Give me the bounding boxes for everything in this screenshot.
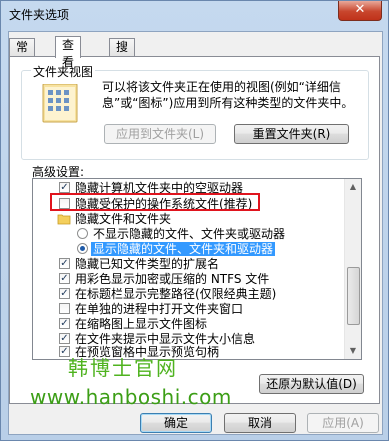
title-bar: 文件夹选项 ✕ — [1, 1, 388, 29]
list-item-label: 在标题栏显示完整路径(仅限经典主题) — [75, 287, 277, 301]
reset-folders-button[interactable]: 重置文件夹(R) — [234, 124, 349, 144]
checkbox[interactable]: ✓ — [59, 318, 70, 329]
list-item-label: 用彩色显示加密或压缩的 NTFS 文件 — [75, 272, 270, 286]
close-button[interactable]: ✕ — [338, 1, 382, 21]
checkbox[interactable]: ✓ — [59, 288, 70, 299]
apply-to-folders-button[interactable]: 应用到文件夹(L) — [104, 124, 216, 144]
watermark-title: 韩博士官网 — [68, 356, 178, 380]
list-item-label: 在缩略图上显示文件图标 — [75, 317, 208, 331]
radio-button[interactable] — [77, 243, 88, 254]
ok-button[interactable]: 确定 — [140, 413, 212, 433]
checkbox[interactable]: ✓ — [59, 333, 70, 344]
tab-view[interactable]: 查看 — [55, 36, 82, 69]
window-title: 文件夹选项 — [9, 8, 70, 22]
list-item-label: 在文件夹提示中显示文件大小信息 — [75, 332, 256, 346]
folder-views-description: 可以将该文件夹正在使用的视图(例如“详细信息”或“图标”)应用到所有这种类型的文… — [102, 80, 354, 110]
watermark-url: www.hanboshi.com — [30, 385, 232, 409]
cancel-button[interactable]: 取消 — [224, 413, 296, 433]
restore-defaults-button[interactable]: 还原为默认值(D) — [259, 374, 364, 394]
list-item-label: 不显示隐藏的文件、文件夹或驱动器 — [93, 227, 286, 241]
tab-search[interactable]: 搜索 — [109, 38, 136, 71]
scrollbar-thumb[interactable] — [347, 267, 360, 325]
radio-button[interactable] — [77, 228, 88, 239]
folder-icon — [57, 214, 71, 225]
tab-general[interactable]: 常规 — [9, 38, 36, 71]
scroll-up-icon[interactable]: ▲ — [345, 179, 361, 195]
list-item-label: 隐藏文件和文件夹 — [75, 212, 172, 226]
list-item-label: 在单独的进程中打开文件夹窗口 — [75, 302, 244, 316]
checkbox[interactable] — [59, 303, 70, 314]
close-icon[interactable]: ✕ — [355, 2, 366, 17]
folder-view-icon — [42, 84, 78, 123]
annotation-highlight-box — [50, 193, 260, 211]
list-item-label: 隐藏已知文件类型的扩展名 — [75, 257, 220, 271]
list-item-label: 显示隐藏的文件、文件夹和驱动器 — [91, 242, 276, 256]
checkbox[interactable]: ✓ — [59, 258, 70, 269]
apply-button[interactable]: 应用(A) — [307, 413, 379, 433]
checkbox[interactable]: ✓ — [59, 182, 70, 193]
checkbox[interactable]: ✓ — [59, 273, 70, 284]
vertical-scrollbar[interactable]: ▲ ▼ — [344, 179, 361, 359]
scroll-down-icon[interactable]: ▼ — [345, 343, 361, 359]
